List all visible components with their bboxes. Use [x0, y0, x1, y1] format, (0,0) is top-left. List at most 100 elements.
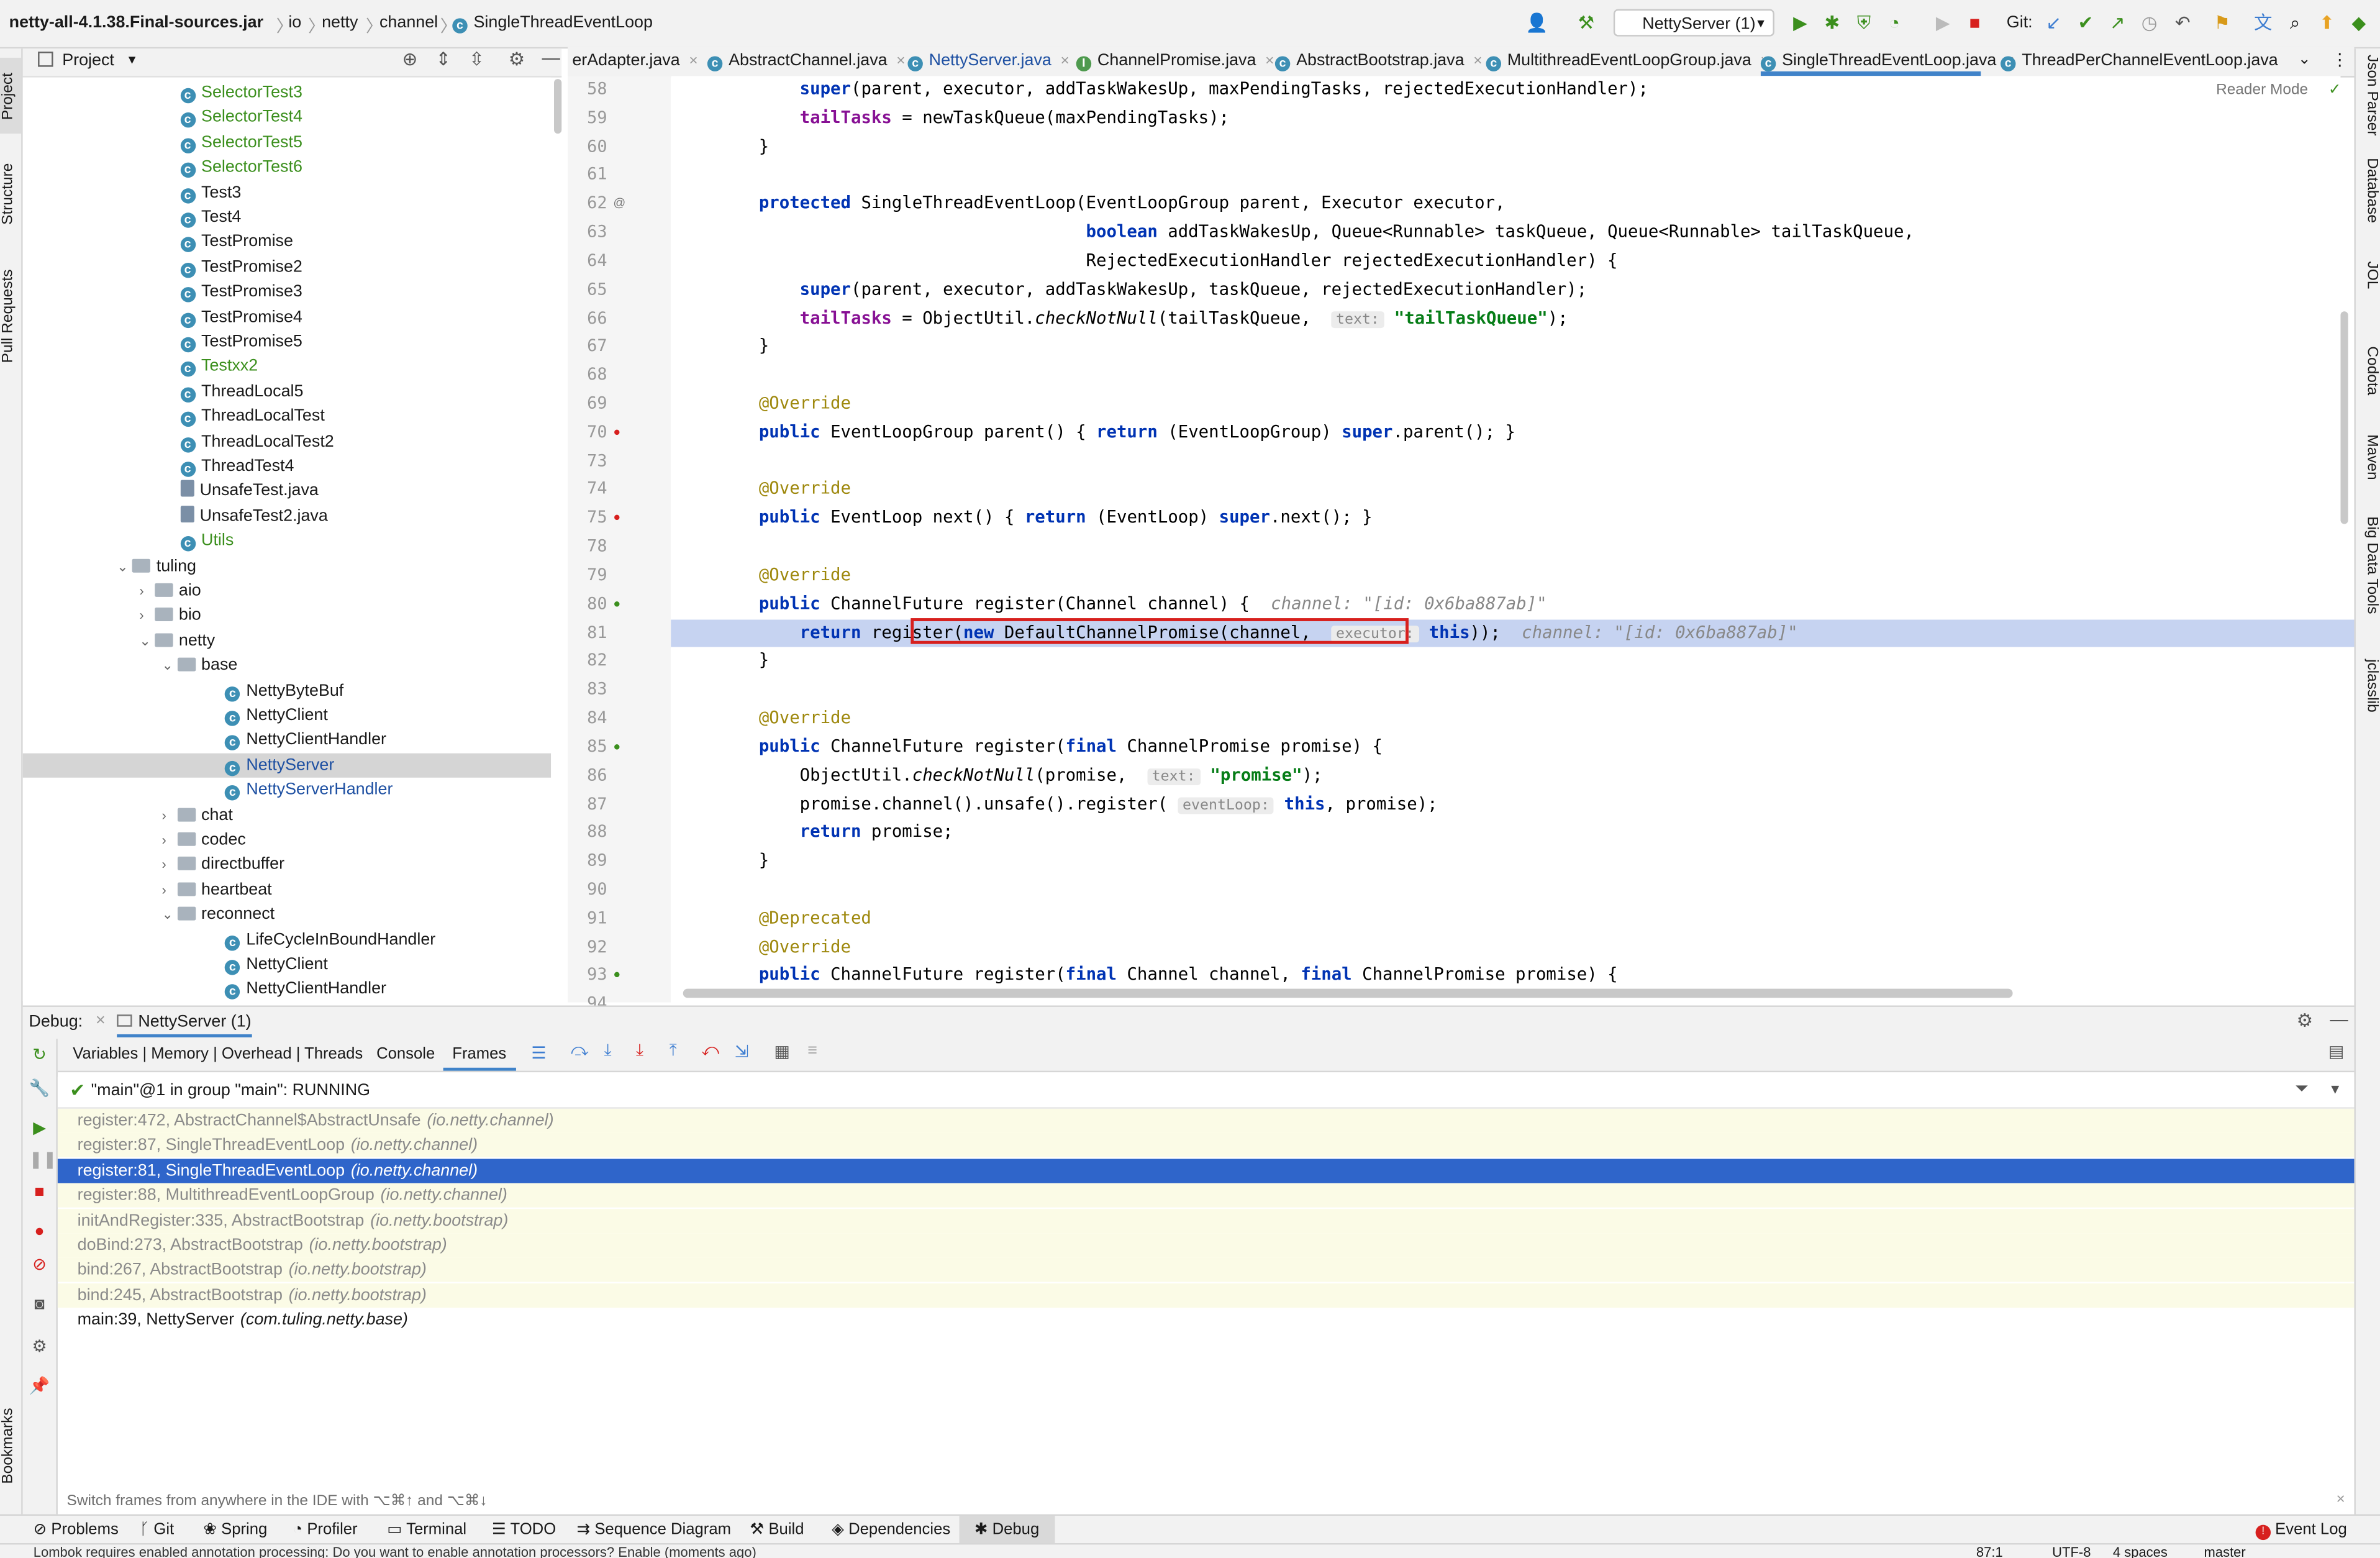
- tree-file[interactable]: c ThreadTest4: [23, 454, 551, 478]
- tool-git[interactable]: ᚴ Git: [140, 1516, 174, 1544]
- history-icon[interactable]: ◷: [2138, 12, 2160, 34]
- code-line[interactable]: @Deprecated: [718, 908, 871, 927]
- project-scrollbar[interactable]: [554, 79, 562, 134]
- user-icon[interactable]: 👤: [1525, 12, 1548, 34]
- code-line[interactable]: @Override: [718, 479, 851, 499]
- chevron-down-icon[interactable]: ⌄: [139, 629, 154, 653]
- code-line[interactable]: }: [718, 850, 769, 870]
- tree-file[interactable]: c ThreadLocalTest2: [23, 429, 551, 453]
- inspection-ok-icon[interactable]: ✓: [2328, 82, 2341, 99]
- tree-file[interactable]: c SelectorTest4: [23, 106, 551, 130]
- line-number[interactable]: 82: [568, 650, 607, 670]
- tree-file[interactable]: c NettyServerHandler: [23, 778, 551, 802]
- code-line[interactable]: @Override: [718, 565, 851, 585]
- coverage-icon[interactable]: ⛨: [1853, 12, 1874, 34]
- tool-tab-jclasslib[interactable]: jclasslib: [2359, 659, 2380, 741]
- close-icon[interactable]: ×: [96, 1011, 106, 1029]
- frame-row[interactable]: bind:245, AbstractBootstrap (io.netty.boo…: [57, 1283, 2355, 1308]
- line-number[interactable]: 62: [568, 193, 607, 213]
- line-number[interactable]: 87: [568, 793, 607, 813]
- line-number[interactable]: 85: [568, 736, 607, 756]
- stop-icon[interactable]: ■: [29, 1182, 50, 1203]
- git-update-icon[interactable]: ↙: [2043, 12, 2064, 34]
- tree-folder[interactable]: › heartbeat: [23, 878, 551, 902]
- line-number[interactable]: 88: [568, 822, 607, 842]
- more-icon[interactable]: ⋮: [2332, 50, 2348, 70]
- chevron-down-icon[interactable]: ⌄: [162, 654, 177, 678]
- tree-folder[interactable]: ⌄ tuling: [23, 554, 551, 578]
- code-line[interactable]: public EventLoopGroup parent() { return …: [718, 422, 1515, 442]
- profiler-icon[interactable]: ◔: [1884, 12, 1905, 34]
- update-icon[interactable]: ⬆: [2316, 12, 2337, 34]
- override-marker-icon[interactable]: ●: [613, 739, 620, 753]
- line-number[interactable]: 73: [568, 450, 607, 470]
- code-line[interactable]: tailTasks = ObjectUtil.checkNotNull(tail…: [718, 308, 1568, 327]
- tab-abstract-channel[interactable]: c AbstractChannel.java ×: [707, 47, 906, 76]
- jetbrains-logo-icon[interactable]: ◆: [2348, 12, 2369, 34]
- debug-session-tab[interactable]: NettyServer (1): [117, 1013, 252, 1037]
- line-number[interactable]: 86: [568, 765, 607, 785]
- frame-row[interactable]: doBind:273, AbstractBootstrap (io.netty.b…: [57, 1233, 2355, 1258]
- tool-tab-maven[interactable]: Maven: [2359, 434, 2380, 495]
- git-branch[interactable]: master: [2204, 1546, 2246, 1558]
- code-line[interactable]: @Override: [718, 393, 851, 413]
- step-out-icon[interactable]: ⤒: [670, 1042, 677, 1062]
- code-line[interactable]: super(parent, executor, addTaskWakesUp, …: [718, 79, 1648, 99]
- code-line[interactable]: }: [718, 650, 769, 670]
- expand-all-icon[interactable]: ⇕: [435, 48, 451, 70]
- override-marker-icon[interactable]: ●: [613, 425, 620, 439]
- tree-file[interactable]: c TestPromise5: [23, 330, 551, 354]
- tool-tab-codota[interactable]: Codota: [2359, 346, 2380, 407]
- plugin-icon[interactable]: ⚑: [2212, 12, 2233, 34]
- resume-icon[interactable]: ▶: [1932, 12, 1953, 34]
- chevron-right-icon[interactable]: ›: [162, 878, 177, 902]
- tab-frames[interactable]: Frames: [443, 1039, 516, 1071]
- tree-file[interactable]: c NettyServer: [22, 753, 552, 778]
- tool-tab-database[interactable]: Database: [2359, 158, 2380, 240]
- reader-mode-toggle[interactable]: Reader Mode: [2216, 82, 2308, 99]
- indent-setting[interactable]: 4 spaces: [2113, 1546, 2168, 1558]
- build-hammer-icon[interactable]: ⚒: [1576, 12, 1597, 34]
- tree-file[interactable]: c SelectorTest6: [23, 155, 551, 180]
- search-icon[interactable]: ⌕: [2284, 12, 2305, 34]
- breadcrumb-channel[interactable]: channel: [379, 14, 438, 32]
- project-view-selector[interactable]: Project: [62, 52, 114, 70]
- code-line[interactable]: RejectedExecutionHandler rejectedExecuti…: [718, 250, 1618, 270]
- code-text-layer[interactable]: super(parent, executor, addTaskWakesUp, …: [671, 76, 2340, 1002]
- line-number[interactable]: 83: [568, 679, 607, 699]
- line-number[interactable]: 78: [568, 536, 607, 556]
- frame-row[interactable]: bind:267, AbstractBootstrap (io.netty.boo…: [57, 1258, 2355, 1283]
- evaluate-expression-icon[interactable]: ▦: [774, 1042, 789, 1062]
- close-icon[interactable]: ×: [1061, 53, 1070, 70]
- line-number[interactable]: 81: [568, 622, 607, 642]
- line-number[interactable]: 89: [568, 850, 607, 870]
- step-over-icon[interactable]: ⤼: [571, 1042, 589, 1062]
- tree-file[interactable]: c NettyClientHandler: [23, 977, 551, 1001]
- git-push-icon[interactable]: ↗: [2107, 12, 2128, 34]
- view-breakpoints-icon[interactable]: ●: [29, 1221, 50, 1242]
- tool-spring[interactable]: ❀ Spring: [203, 1516, 267, 1544]
- frame-row[interactable]: register:87, SingleThreadEventLoop (io.ne…: [57, 1133, 2355, 1158]
- pin-icon[interactable]: 📌: [29, 1376, 50, 1397]
- hide-icon[interactable]: —: [2330, 1008, 2348, 1029]
- filter-icon[interactable]: ⏷: [2295, 1080, 2309, 1100]
- chevron-right-icon[interactable]: ›: [162, 803, 177, 827]
- tab-channel-adapter[interactable]: erAdapter.java ×: [572, 47, 697, 76]
- event-log[interactable]: ! Event Log: [2255, 1516, 2347, 1544]
- tab-multithread-event-loop-group[interactable]: cMultithreadEventLoopGroup.java×: [1486, 47, 1769, 76]
- run-configuration-select[interactable]: NettyServer (1) ▼: [1613, 9, 1774, 37]
- breadcrumb-netty[interactable]: netty: [322, 14, 358, 32]
- line-number[interactable]: 69: [568, 393, 607, 413]
- chevron-down-icon[interactable]: ▼: [126, 53, 138, 67]
- tree-file[interactable]: c NettyClient: [23, 952, 551, 977]
- close-icon[interactable]: ×: [1265, 53, 1274, 70]
- tree-folder[interactable]: › directbuffer: [23, 853, 551, 877]
- close-icon[interactable]: ×: [2337, 1492, 2345, 1508]
- chevron-right-icon[interactable]: ›: [162, 827, 177, 852]
- frame-row-selected[interactable]: register:81, SingleThreadEventLoop (io.ne…: [57, 1158, 2355, 1183]
- code-line[interactable]: }: [718, 336, 769, 356]
- tree-file[interactable]: c Utils: [23, 529, 551, 553]
- tool-tab-bookmarks[interactable]: Bookmarks: [0, 1400, 21, 1492]
- tree-file[interactable]: c Test3: [23, 180, 551, 204]
- code-line[interactable]: boolean addTaskWakesUp, Queue<Runnable> …: [718, 222, 1914, 242]
